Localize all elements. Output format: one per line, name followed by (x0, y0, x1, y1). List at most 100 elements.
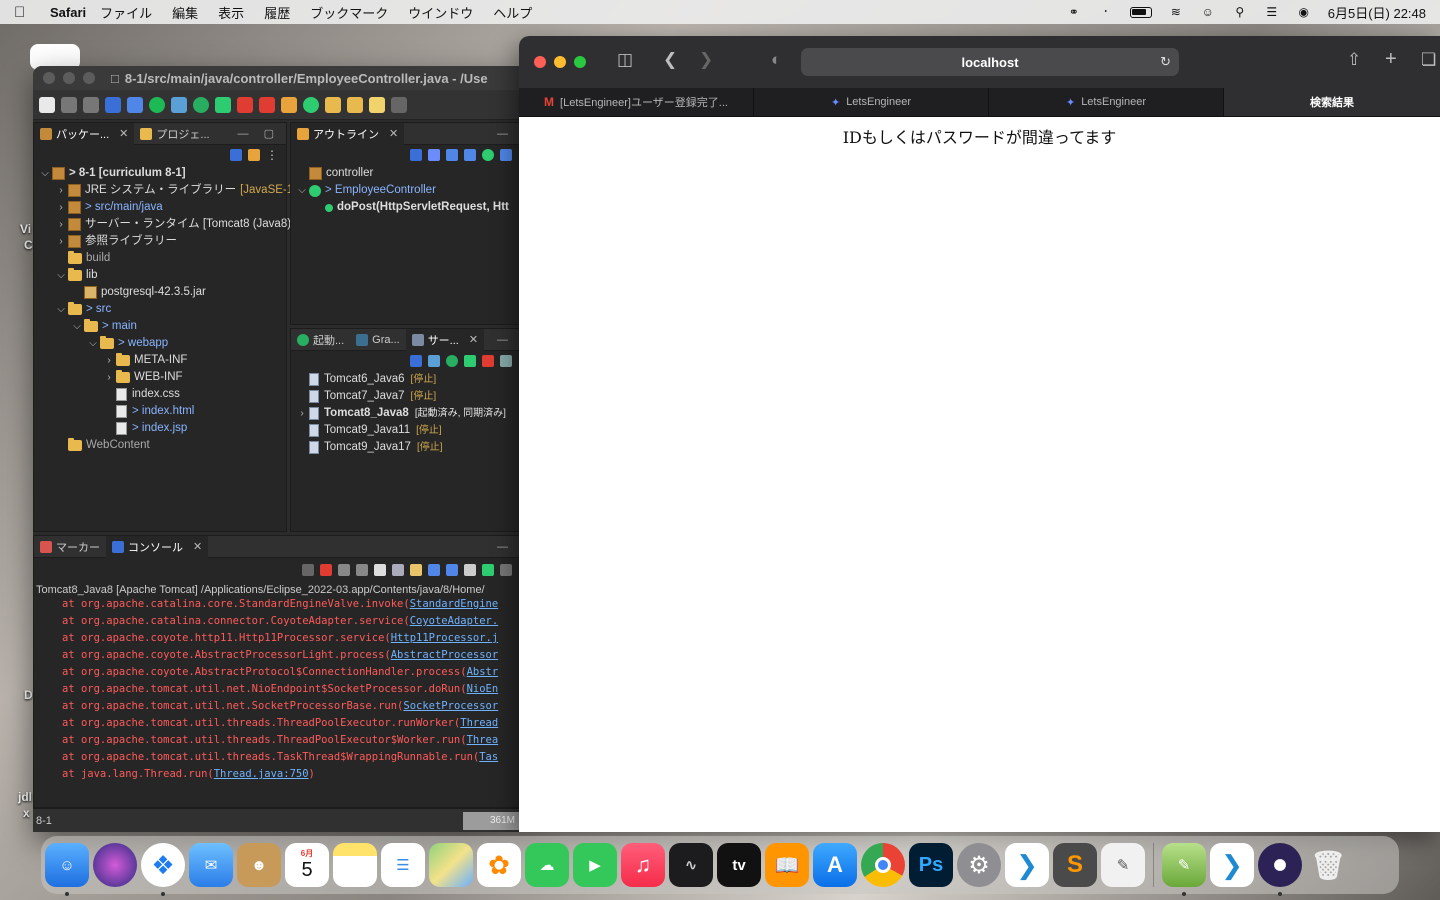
open-type-icon[interactable] (325, 96, 341, 113)
skip-breakpoints-icon[interactable] (149, 96, 165, 113)
tree-row[interactable]: ⌵ > 8-1 [curriculum 8-1] (34, 165, 286, 182)
menu-history[interactable]: 履歴 (264, 3, 290, 22)
calendar-icon[interactable]: 6月 5 (285, 843, 329, 887)
spotlight-search-icon[interactable]: ⚲ (1232, 5, 1248, 19)
menu-file[interactable]: ファイル (100, 3, 152, 22)
control-center-icon[interactable]: ☰ (1264, 5, 1280, 19)
reload-icon[interactable] (302, 564, 314, 576)
chevron-down-icon[interactable]: ⌵ (54, 301, 68, 318)
hide-local-types-icon[interactable] (500, 149, 512, 161)
tree-row[interactable]: controller (291, 165, 520, 182)
source-link[interactable]: Thread (460, 717, 498, 729)
new-class-icon[interactable] (303, 96, 319, 113)
notes-icon[interactable] (333, 843, 377, 887)
eclipse-icon[interactable] (1258, 843, 1302, 896)
server-row[interactable]: Tomcat9_Java17 [停止] (291, 439, 520, 456)
privacy-shield-icon[interactable]: ◐ (771, 50, 781, 70)
tree-row[interactable]: ⌵ > webapp (34, 335, 286, 352)
chevron-right-icon[interactable]: › (102, 352, 116, 369)
bluetooth-icon[interactable]: ᛫ (1098, 5, 1114, 19)
pane-min-max-icons[interactable]: — ▢ (238, 127, 286, 140)
run-coverage-icon[interactable] (215, 96, 231, 113)
chevron-down-icon[interactable]: ⌵ (38, 165, 52, 182)
tree-row[interactable]: › META-INF (34, 352, 286, 369)
stop-icon[interactable] (237, 96, 253, 113)
chrome-icon[interactable] (861, 843, 905, 887)
source-link[interactable]: Http11Processor.j (391, 632, 498, 644)
pane-minimize-icon[interactable]: — (497, 541, 520, 553)
tab-search-results[interactable]: 検索結果 (1224, 88, 1440, 116)
source-link[interactable]: Abstr (467, 666, 499, 678)
hide-nonpublic-icon[interactable] (482, 149, 494, 161)
source-link[interactable]: Tas (479, 751, 498, 763)
textedit-icon[interactable]: ✎ (1101, 843, 1145, 887)
tree-row[interactable]: › JRE システム・ライブラリー [JavaSE-1.8 (34, 182, 303, 199)
save-all-icon[interactable] (83, 96, 99, 113)
external-tools-icon[interactable] (259, 96, 275, 113)
chevron-right-icon[interactable]: › (102, 369, 116, 386)
new-tab-icon[interactable]: + (1385, 48, 1397, 71)
view-menu-icon[interactable]: ⋮ (266, 148, 278, 162)
tab-markers[interactable]: マーカー (34, 536, 106, 558)
run-icon[interactable] (193, 96, 209, 113)
trash-icon[interactable]: 🗑 (1306, 843, 1350, 887)
open-folder-icon[interactable] (347, 96, 363, 113)
messages-icon[interactable]: ☁ (525, 843, 569, 887)
music-icon[interactable]: ♫ (621, 843, 665, 887)
source-link[interactable]: Thread.java:750 (214, 768, 309, 780)
vscode-icon[interactable]: ❯ (1005, 843, 1049, 887)
chevron-right-icon[interactable]: › (54, 216, 68, 233)
reminders-icon[interactable]: ☰ (381, 843, 425, 887)
close-tab-icon[interactable]: ✕ (469, 333, 478, 346)
siri-icon[interactable] (93, 843, 137, 887)
battery-icon[interactable] (1129, 6, 1152, 18)
source-link[interactable]: NioEn (467, 683, 499, 695)
tab-letsengineer[interactable]: ✦ LetsEngineer (989, 88, 1224, 116)
chevron-down-icon[interactable]: ⌵ (295, 182, 309, 199)
tree-row[interactable]: › 参照ライブラリー (34, 233, 286, 250)
reload-icon[interactable]: ↻ (1160, 54, 1171, 70)
source-link[interactable]: SocketProcessor (403, 700, 498, 712)
tree-row[interactable]: doPost(HttpServletRequest, Htt (291, 199, 520, 216)
script-editor-icon[interactable]: ✎ (1162, 843, 1206, 896)
tab-overview-icon[interactable]: ❏ (1421, 50, 1436, 70)
profile-server-icon[interactable] (464, 355, 476, 367)
tree-row[interactable]: ⌵ lib (34, 267, 286, 284)
system-preferences-icon[interactable]: ⚙ (957, 843, 1001, 887)
stop-server-icon[interactable] (482, 355, 494, 367)
chevron-right-icon[interactable]: › (54, 199, 68, 216)
chevron-right-icon[interactable]: › (54, 182, 68, 199)
app-store-icon[interactable]: A (813, 843, 857, 887)
close-tab-icon[interactable]: ✕ (119, 127, 128, 140)
new-icon[interactable] (39, 96, 55, 113)
pin-console-icon[interactable] (464, 564, 476, 576)
link-editor-icon[interactable] (248, 149, 260, 161)
tab-console[interactable]: コンソール ✕ (106, 535, 209, 558)
tree-row[interactable]: › > src/main/java (34, 199, 286, 216)
console-output[interactable]: at org.apache.catalina.core.StandardEngi… (34, 596, 520, 783)
vscode-icon-2[interactable]: ❯ (1210, 843, 1254, 887)
clear-console-icon[interactable] (374, 564, 386, 576)
scroll-lock-icon[interactable] (392, 564, 404, 576)
books-icon[interactable]: 📖 (765, 843, 809, 887)
tab-launch[interactable]: 起動... (291, 329, 350, 351)
tab-gmail[interactable]: M [LetsEngineer]ユーザー登録完了... (519, 88, 754, 116)
contacts-icon[interactable]: ☻ (237, 843, 281, 887)
chevron-down-icon[interactable]: ⌵ (54, 267, 68, 284)
chevron-down-icon[interactable]: ⌵ (86, 335, 100, 352)
hide-static-icon[interactable] (464, 149, 476, 161)
user-icon[interactable]: ☺ (1200, 5, 1216, 19)
menu-bookmarks[interactable]: ブックマーク (310, 3, 388, 22)
tree-row[interactable]: > index.jsp (34, 420, 286, 437)
tree-row[interactable]: build (34, 250, 286, 267)
sublime-text-icon[interactable]: S (1053, 843, 1097, 887)
terminate-icon[interactable] (320, 564, 332, 576)
menu-clock[interactable]: 6月5日(日) 22:48 (1328, 3, 1426, 22)
back-icon[interactable]: ❮ (663, 50, 677, 70)
server-row[interactable]: Tomcat7_Java7 [停止] (291, 388, 520, 405)
heap-status[interactable]: 361M (463, 811, 519, 830)
console-icon[interactable] (105, 96, 121, 113)
eclipse-title-bar[interactable]: □ 8-1/src/main/java/controller/EmployeeC… (33, 66, 521, 90)
close-button[interactable] (43, 72, 55, 84)
source-link[interactable]: Threa (467, 734, 499, 746)
